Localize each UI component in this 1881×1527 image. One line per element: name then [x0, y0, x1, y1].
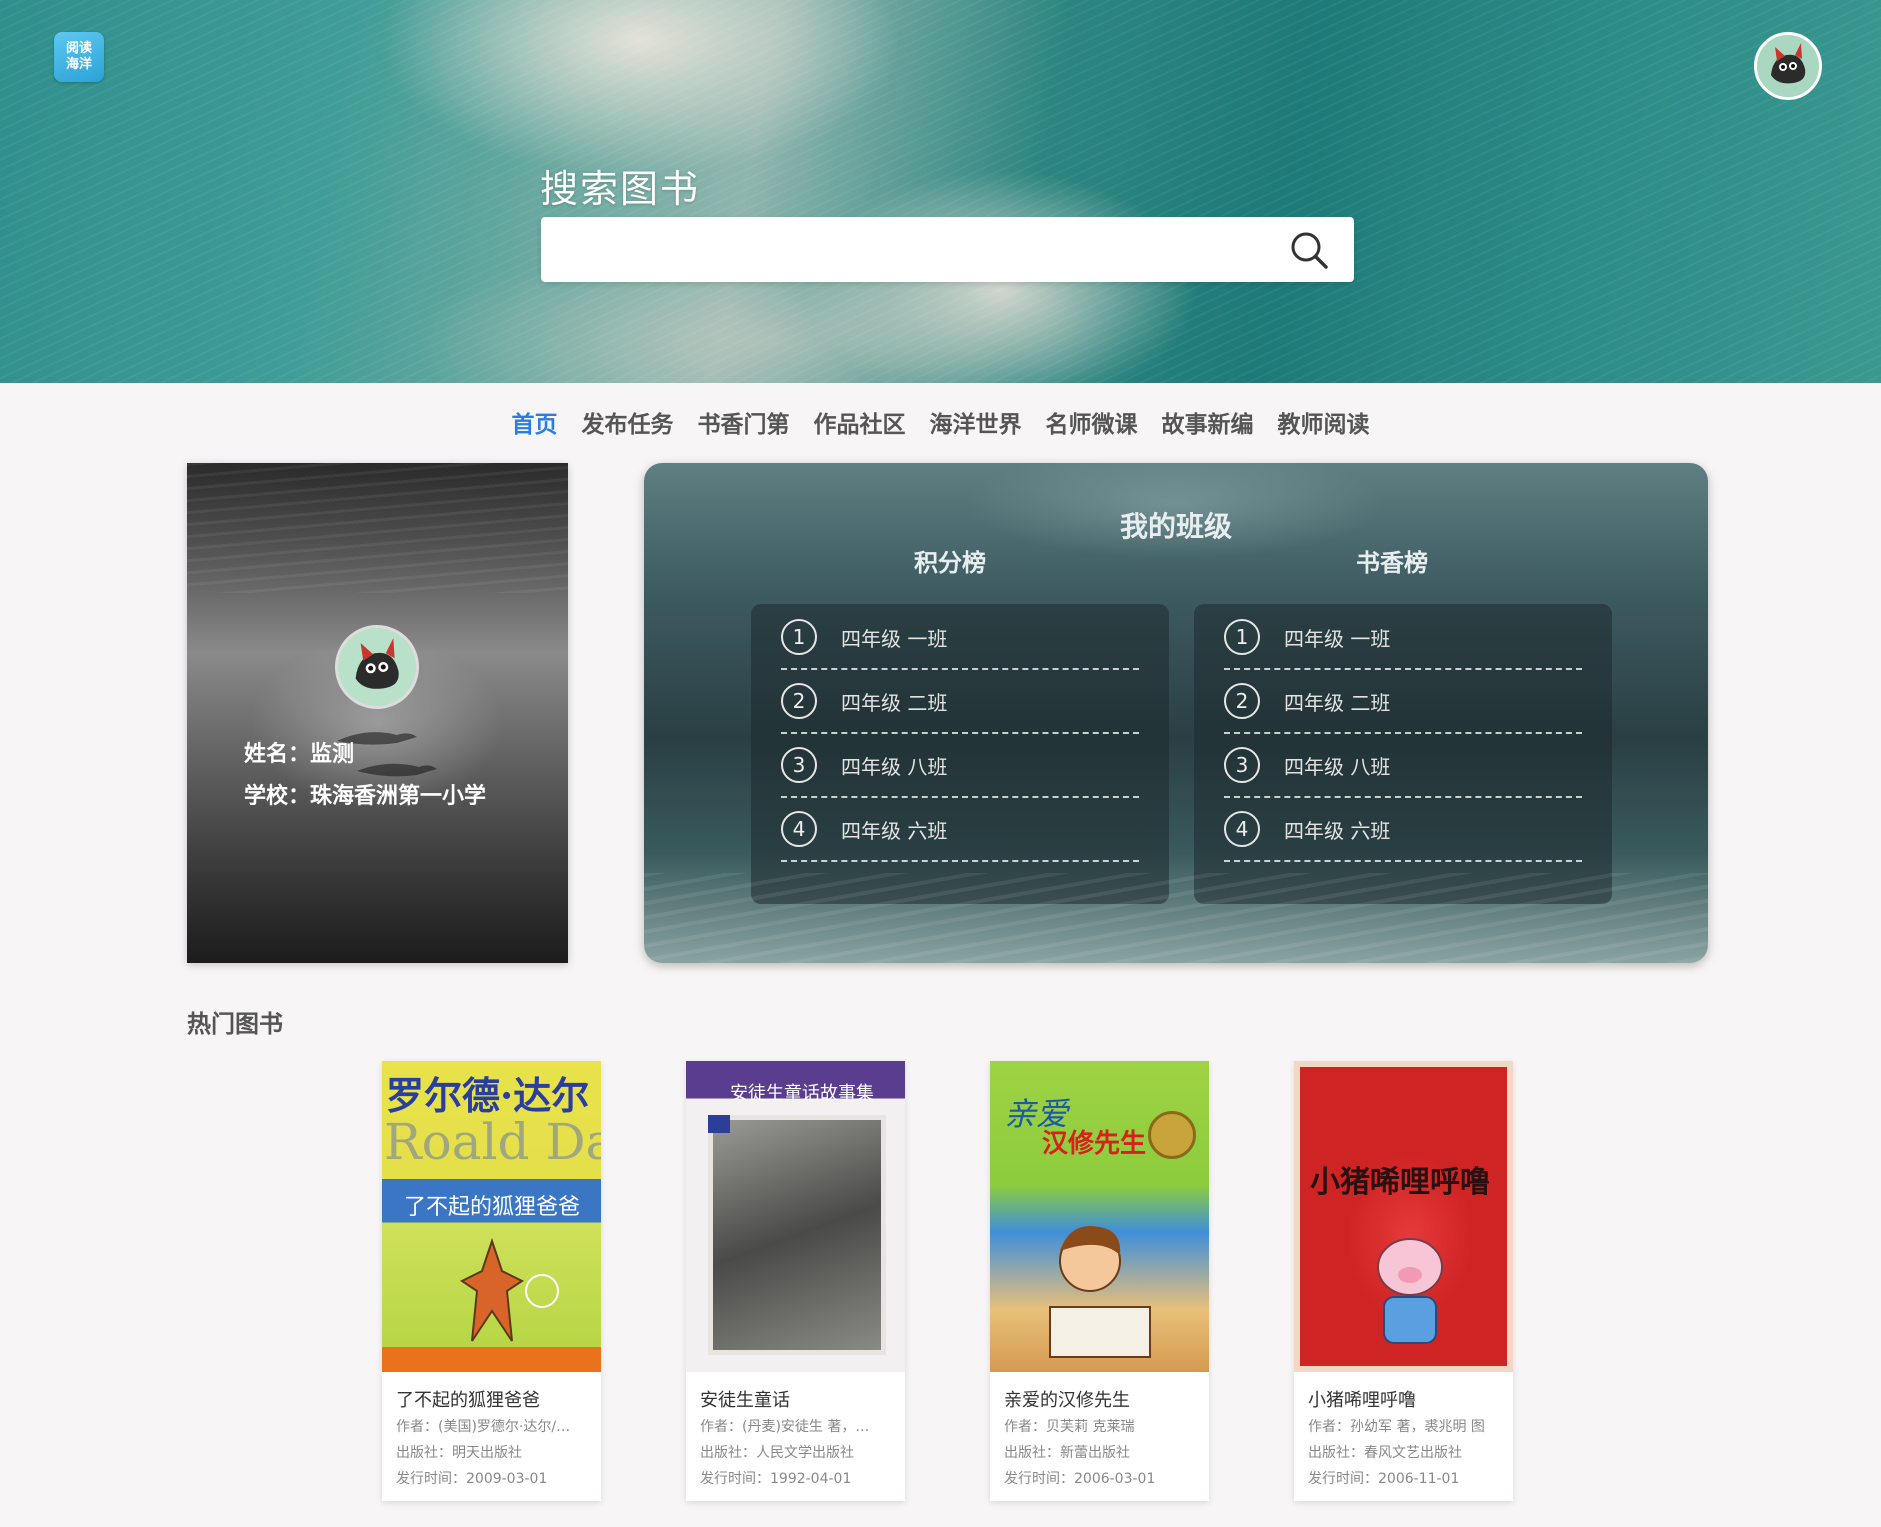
rank-number: 3 [1224, 747, 1260, 783]
main-nav: 首页 发布任务 书香门第 作品社区 海洋世界 名师微课 故事新编 教师阅读 [0, 405, 1881, 445]
rank-number: 1 [1224, 619, 1260, 655]
search-icon[interactable] [1288, 229, 1330, 271]
class-board-title: 我的班级 [1119, 510, 1232, 543]
nav-item-works-community[interactable]: 作品社区 [802, 405, 918, 445]
boy-illustration-icon [1049, 1226, 1151, 1358]
ranking-row[interactable]: 1 四年级 一班 [1224, 606, 1582, 670]
book-cover[interactable]: 安徒生童话故事集 [686, 1061, 905, 1372]
nav-item-publish-task[interactable]: 发布任务 [570, 405, 686, 445]
book-date: 发行时间：2009-03-01 [396, 1471, 548, 1487]
book-cover[interactable]: 罗尔德·达尔 Roald Dahl 了不起的狐狸爸爸 [382, 1061, 601, 1372]
class-name: 四年级 二班 [1284, 690, 1391, 715]
nav-item-teacher-reading[interactable]: 教师阅读 [1266, 405, 1382, 445]
ranking-row[interactable]: 1 四年级 一班 [781, 606, 1139, 670]
book-publisher: 出版社：春风文艺出版社 [1308, 1445, 1462, 1461]
rank-number: 4 [781, 811, 817, 847]
ranking-row[interactable]: 2 四年级 二班 [781, 670, 1139, 734]
points-ranking-list: 1 四年级 一班 2 四年级 二班 3 四年级 八班 4 四年级 六班 [751, 604, 1169, 904]
profile-school: 学校：珠海香洲第一小学 [244, 784, 487, 809]
book-publisher: 出版社：新蕾出版社 [1004, 1445, 1130, 1461]
class-name: 四年级 六班 [1284, 818, 1391, 843]
book-cover[interactable]: 小猪唏哩呼噜 [1294, 1061, 1513, 1372]
book-card[interactable]: 罗尔德·达尔 Roald Dahl 了不起的狐狸爸爸 了不起的狐狸爸爸 作者：(… [382, 1061, 601, 1501]
hot-books-title: 热门图书 [187, 1010, 283, 1038]
book-title: 安徒生童话 [700, 1390, 790, 1411]
rank-number: 3 [781, 747, 817, 783]
class-name: 四年级 六班 [841, 818, 948, 843]
pig-illustration-icon [1377, 1238, 1443, 1344]
book-date: 发行时间：2006-11-01 [1308, 1471, 1460, 1487]
ranking-row[interactable]: 4 四年级 六班 [1224, 798, 1582, 862]
book-card[interactable]: 小猪唏哩呼噜 小猪唏哩呼噜 作者：孙幼军 著，裘兆明 图 出版社：春风文艺出版社… [1294, 1061, 1513, 1501]
user-avatar[interactable] [1754, 32, 1822, 100]
points-ranking-heading: 积分榜 [914, 549, 986, 577]
book-card[interactable]: 亲爱 汉修先生 亲爱的汉修先生 作者：贝芙莉 克莱瑞 出版社：新蕾出版社 发行时… [990, 1061, 1209, 1501]
medal-icon [1148, 1111, 1196, 1159]
class-name: 四年级 一班 [1284, 626, 1391, 651]
book-date: 发行时间：1992-04-01 [700, 1471, 852, 1487]
book-author: 作者：(丹麦)安徒生 著，… [700, 1419, 870, 1435]
class-name: 四年级 一班 [841, 626, 948, 651]
hero-banner: 阅读 海洋 搜索图书 [0, 0, 1881, 383]
ranking-row[interactable]: 3 四年级 八班 [1224, 734, 1582, 798]
book-cover[interactable]: 亲爱 汉修先生 [990, 1061, 1209, 1372]
cover-text: 罗尔德·达尔 [386, 1073, 590, 1118]
nav-item-home[interactable]: 首页 [500, 405, 570, 445]
profile-card: 姓名：监测 学校：珠海香洲第一小学 [187, 463, 568, 963]
book-author: 作者：(美国)罗德尔·达尔/… [396, 1419, 571, 1435]
profile-avatar[interactable] [335, 625, 419, 709]
cover-text: 了不起的狐狸爸爸 [404, 1195, 581, 1220]
book-title: 小猪唏哩呼噜 [1308, 1390, 1416, 1411]
cover-text: Roald Dahl [384, 1113, 601, 1171]
book-publisher: 出版社：人民文学出版社 [700, 1445, 854, 1461]
book-title: 亲爱的汉修先生 [1004, 1390, 1130, 1411]
nav-item-ocean-world[interactable]: 海洋世界 [918, 405, 1034, 445]
profile-name: 姓名：监测 [244, 742, 355, 767]
logo-text-1: 阅读 [65, 41, 92, 56]
book-ranking-heading: 书香榜 [1356, 549, 1428, 577]
class-board: 我的班级 积分榜 书香榜 1 四年级 一班 2 四年级 二班 3 四年级 八班 … [644, 463, 1708, 963]
class-name: 四年级 八班 [1284, 754, 1391, 779]
cover-text: 汉修先生 [1042, 1129, 1147, 1159]
book-ranking-list: 1 四年级 一班 2 四年级 二班 3 四年级 八班 4 四年级 六班 [1194, 604, 1612, 904]
app-logo[interactable]: 阅读 海洋 [54, 32, 104, 82]
book-publisher: 出版社：明天出版社 [396, 1445, 522, 1461]
fox-illustration-icon [460, 1237, 559, 1342]
engraving-illustration [708, 1115, 886, 1355]
logo-text-2: 海洋 [65, 57, 92, 72]
badge-icon [708, 1115, 730, 1133]
book-card[interactable]: 安徒生童话故事集 安徒生童话 作者：(丹麦)安徒生 著，… 出版社：人民文学出版… [686, 1061, 905, 1501]
cartoon-cat-icon [338, 628, 416, 706]
cover-text: 小猪唏哩呼噜 [1310, 1165, 1490, 1200]
book-title: 了不起的狐狸爸爸 [396, 1390, 540, 1411]
ranking-row[interactable]: 3 四年级 八班 [781, 734, 1139, 798]
ranking-row[interactable]: 4 四年级 六班 [781, 798, 1139, 862]
nav-item-book-family[interactable]: 书香门第 [686, 405, 802, 445]
rank-number: 2 [1224, 683, 1260, 719]
cover-text: 安徒生童话故事集 [730, 1083, 874, 1104]
class-name: 四年级 八班 [841, 754, 948, 779]
search-box [541, 217, 1354, 282]
nav-item-teacher-microclass[interactable]: 名师微课 [1034, 405, 1150, 445]
nav-item-story-remake[interactable]: 故事新编 [1150, 405, 1266, 445]
cartoon-cat-icon [1757, 35, 1819, 97]
book-date: 发行时间：2006-03-01 [1004, 1471, 1156, 1487]
ranking-row[interactable]: 2 四年级 二班 [1224, 670, 1582, 734]
search-title: 搜索图书 [540, 167, 701, 211]
class-name: 四年级 二班 [841, 690, 948, 715]
book-author: 作者：贝芙莉 克莱瑞 [1004, 1419, 1135, 1435]
rank-number: 4 [1224, 811, 1260, 847]
book-author: 作者：孙幼军 著，裘兆明 图 [1308, 1419, 1485, 1435]
rank-number: 2 [781, 683, 817, 719]
search-input[interactable] [541, 217, 1271, 280]
rank-number: 1 [781, 619, 817, 655]
